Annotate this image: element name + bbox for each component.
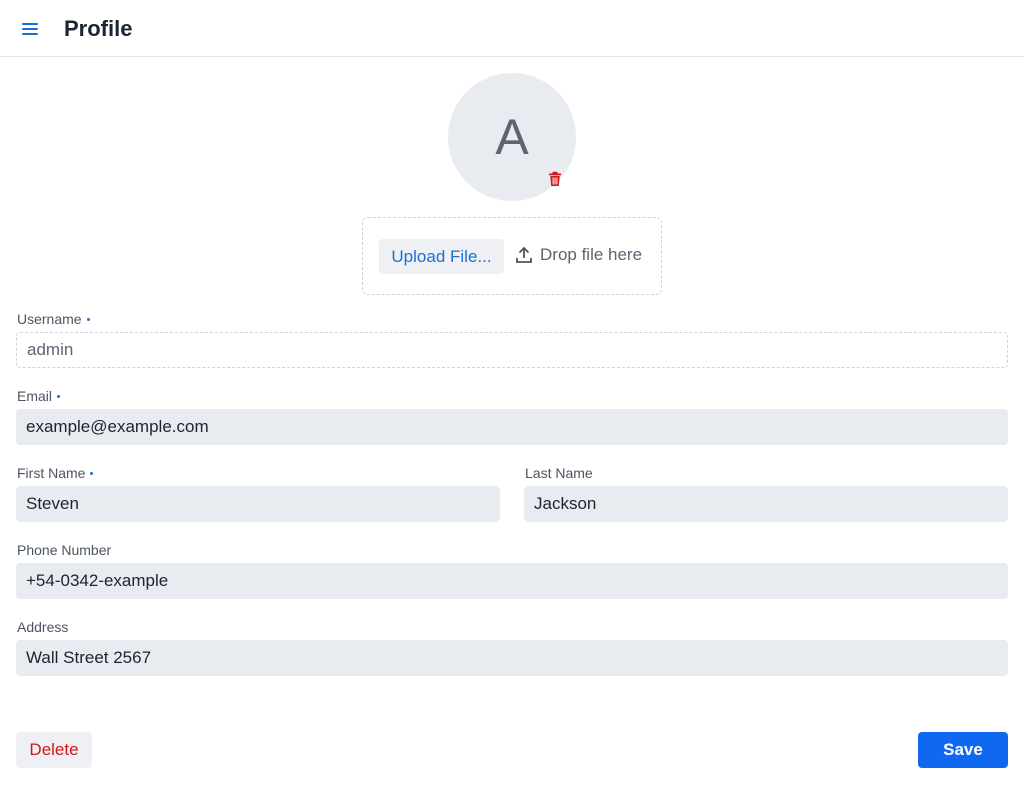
- file-drop-zone[interactable]: Upload File... Drop file here: [362, 217, 662, 295]
- required-indicator: [86, 317, 90, 321]
- required-indicator: [57, 394, 61, 398]
- avatar-delete-button[interactable]: [545, 168, 565, 190]
- app-header: Profile: [0, 0, 1024, 57]
- first-name-label-text: First Name: [17, 465, 86, 481]
- address-label-text: Address: [17, 619, 69, 635]
- last-name-label: Last Name: [525, 464, 593, 482]
- address-label: Address: [17, 618, 68, 636]
- first-name-label: First Name: [17, 464, 94, 482]
- last-name-field[interactable]: [524, 486, 1008, 522]
- phone-label-text: Phone Number: [17, 542, 112, 558]
- avatar-initial: A: [495, 109, 529, 165]
- upload-file-button[interactable]: Upload File...: [379, 239, 504, 274]
- drop-hint: Drop file here: [515, 245, 642, 265]
- address-field[interactable]: [16, 640, 1008, 676]
- page-title: Profile: [64, 16, 133, 41]
- last-name-label-text: Last Name: [525, 465, 593, 481]
- username-label-text: Username: [17, 311, 82, 327]
- delete-button[interactable]: Delete: [16, 732, 92, 768]
- email-label-text: Email: [17, 388, 53, 404]
- first-name-field[interactable]: [16, 486, 500, 522]
- menu-button[interactable]: [14, 13, 46, 45]
- phone-field[interactable]: [16, 563, 1008, 599]
- hamburger-menu-icon: [22, 23, 38, 35]
- required-indicator: [90, 471, 94, 475]
- drop-hint-text: Drop file here: [540, 245, 643, 264]
- username-field[interactable]: [16, 332, 1008, 368]
- email-field[interactable]: [16, 409, 1008, 445]
- trash-icon: [549, 171, 561, 186]
- upload-icon: [516, 246, 532, 263]
- username-label: Username: [17, 310, 90, 328]
- email-label: Email: [17, 387, 61, 405]
- phone-label: Phone Number: [17, 541, 111, 559]
- save-button[interactable]: Save: [918, 732, 1008, 768]
